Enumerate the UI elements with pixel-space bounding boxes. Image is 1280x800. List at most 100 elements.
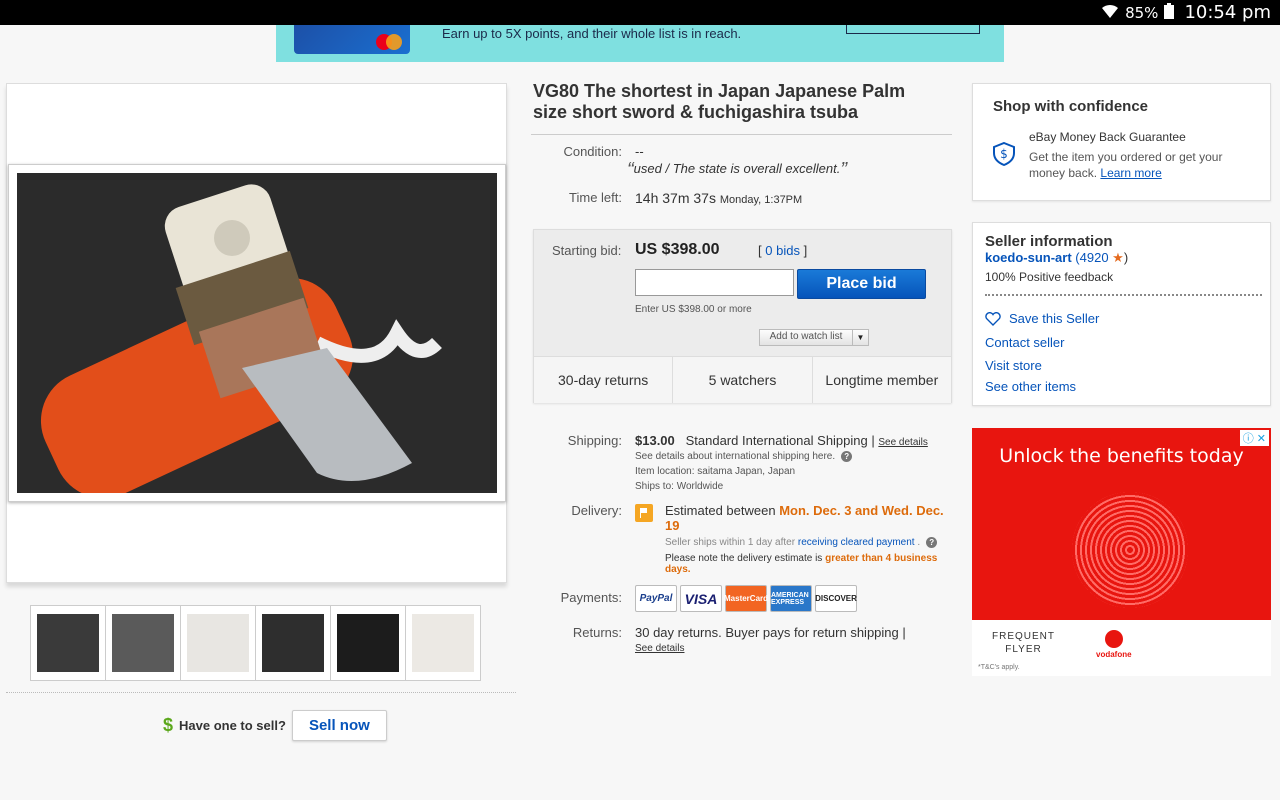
main-image-frame[interactable]: [8, 164, 506, 502]
shipping-label: Shipping:: [567, 433, 622, 448]
delivery-label: Delivery:: [571, 503, 622, 518]
clock: 10:54 pm: [1184, 2, 1271, 23]
ships-within-note: Seller ships within 1 day after receivin…: [665, 537, 938, 548]
shipping-price: $13.00: [635, 433, 675, 448]
sell-question: Have one to sell?: [179, 717, 286, 733]
starting-bid-label: Starting bid:: [552, 243, 622, 258]
payments-label: Payments:: [560, 590, 622, 605]
condition-note: “used / The state is overall excellent.”: [627, 159, 848, 181]
paypal-icon: PayPal: [635, 585, 677, 612]
time-left: 14h 37m 37s Monday, 1:37PM: [635, 190, 803, 206]
returns-label: Returns:: [572, 625, 622, 640]
flag-icon: [635, 504, 653, 522]
amex-icon: AMERICAN EXPRESS: [770, 585, 812, 612]
confidence-heading: Shop with confidence: [993, 98, 1149, 115]
top-ad-text: Earn up to 5X points, and their whole li…: [442, 26, 742, 41]
thumbnail[interactable]: [30, 605, 106, 681]
svg-text:$: $: [1000, 147, 1008, 161]
frequent-flyer-logo: FREQUENT FLYER: [992, 631, 1055, 655]
thumbnail[interactable]: [405, 605, 481, 681]
delivery-estimate: Estimated between Mon. Dec. 3 and Wed. D…: [665, 503, 944, 533]
listing-title: VG80 The shortest in Japan Japanese Palm…: [533, 81, 906, 122]
thumbnail[interactable]: [105, 605, 181, 681]
sell-now-button[interactable]: Sell now: [291, 709, 387, 741]
status-bar: 85% 10:54 pm: [0, 0, 1280, 25]
bid-box: Starting bid: US $398.00 [ 0 bids ] Plac…: [533, 229, 952, 403]
cleared-payment-link[interactable]: receiving cleared payment: [798, 537, 915, 548]
thumbnail-strip: [30, 605, 481, 681]
payment-methods: PayPal VISA MasterCard AMERICAN EXPRESS …: [635, 585, 857, 612]
see-other-items-link[interactable]: See other items: [985, 379, 1076, 394]
star-icon: ★: [1112, 250, 1124, 265]
shop-with-confidence-panel: Shop with confidence $ eBay Money Back G…: [972, 83, 1271, 201]
seller-name-link[interactable]: koedo-sun-art: [985, 250, 1072, 265]
add-to-watch-list-button[interactable]: Add to watch list ▼: [759, 329, 869, 346]
help-icon[interactable]: ?: [841, 451, 853, 462]
shipping-service: Standard International Shipping |: [685, 433, 875, 448]
kangaroo-logo-icon: [1072, 492, 1188, 608]
divider: [531, 134, 952, 135]
feedback-score-link[interactable]: (4920: [1075, 250, 1108, 265]
positive-feedback: 100% Positive feedback: [985, 270, 1114, 284]
heart-icon: [985, 312, 1001, 329]
dollar-icon: $: [163, 714, 174, 735]
stat-returns: 30-day returns: [534, 357, 674, 403]
discover-icon: DISCOVER: [815, 585, 857, 612]
chevron-down-icon[interactable]: ▼: [852, 330, 868, 345]
bid-hint: Enter US $398.00 or more: [635, 304, 752, 315]
image-gallery: [6, 83, 507, 583]
listing-stats: 30-day returns 5 watchers Longtime membe…: [534, 356, 951, 403]
top-ad-button[interactable]: [846, 25, 980, 34]
condition-value: --: [635, 144, 644, 159]
delivery-note: Please note the delivery estimate is gre…: [665, 553, 938, 575]
end-time: Monday, 1:37PM: [719, 194, 803, 206]
top-ad-banner[interactable]: Earn up to 5X points, and their whole li…: [276, 25, 1004, 62]
ad-terms: *T&C's apply.: [978, 664, 1020, 671]
bid-amount-input[interactable]: [635, 269, 794, 296]
right-ad-banner[interactable]: ⓘ ✕ Unlock the benefits today FREQUENT FL…: [972, 428, 1271, 676]
time-left-label: Time left:: [569, 190, 622, 205]
intl-shipping-note: See details about international shipping…: [635, 451, 853, 462]
guarantee-description: Get the item you ordered or get your mon…: [1029, 150, 1223, 180]
place-bid-button[interactable]: Place bid: [797, 269, 926, 299]
battery-percent: 85%: [1125, 3, 1159, 22]
wifi-icon: [1101, 3, 1119, 22]
save-seller-link[interactable]: Save this Seller: [985, 311, 1099, 329]
seller-information-panel: Seller information koedo-sun-art (4920 ★…: [972, 222, 1271, 406]
bids-count: [ 0 bids ]: [758, 243, 808, 258]
seller-heading: Seller information: [985, 233, 1113, 250]
stat-watchers: 5 watchers: [673, 357, 813, 403]
starting-bid-price: US $398.00: [635, 241, 720, 258]
ad-choices-close-icon[interactable]: ⓘ ✕: [1239, 430, 1269, 446]
learn-more-link[interactable]: Learn more: [1100, 166, 1161, 180]
returns-see-details-link[interactable]: See details: [635, 643, 684, 654]
help-icon[interactable]: ?: [926, 537, 938, 548]
stat-member: Longtime member: [825, 372, 939, 388]
shipping-line: $13.00 Standard International Shipping |…: [635, 433, 928, 448]
item-location: Item location: saitama Japan, Japan: [635, 466, 796, 477]
returns-text: 30 day returns. Buyer pays for return sh…: [635, 625, 906, 640]
thumbnail[interactable]: [180, 605, 256, 681]
credit-card-image: [294, 25, 410, 54]
thumbnail[interactable]: [255, 605, 331, 681]
thumbnail[interactable]: [330, 605, 406, 681]
bids-link[interactable]: 0 bids: [765, 243, 800, 258]
sell-prompt: $ Have one to sell? Sell now: [163, 709, 387, 741]
contact-seller-link[interactable]: Contact seller: [985, 335, 1064, 350]
main-product-image[interactable]: [17, 173, 497, 493]
mastercard-icon: MasterCard: [724, 585, 768, 612]
ships-to: Ships to: Worldwide: [635, 481, 724, 492]
battery-icon: [1164, 3, 1175, 22]
divider: [985, 294, 1262, 296]
divider: [6, 692, 516, 693]
mastercard-logo-icon: [376, 34, 402, 50]
visa-icon: VISA: [680, 585, 722, 612]
shipping-see-details-link[interactable]: See details: [878, 437, 927, 448]
shield-icon: $: [993, 141, 1015, 167]
money-back-guarantee: eBay Money Back Guarantee: [1029, 130, 1186, 144]
ad-footer: FREQUENT FLYER vodafone *T&C's apply.: [972, 620, 1271, 676]
condition-label: Condition:: [563, 144, 622, 159]
ad-headline: Unlock the benefits today: [999, 445, 1244, 467]
visit-store-link[interactable]: Visit store: [985, 358, 1042, 373]
watch-list-label[interactable]: Add to watch list: [760, 330, 852, 345]
